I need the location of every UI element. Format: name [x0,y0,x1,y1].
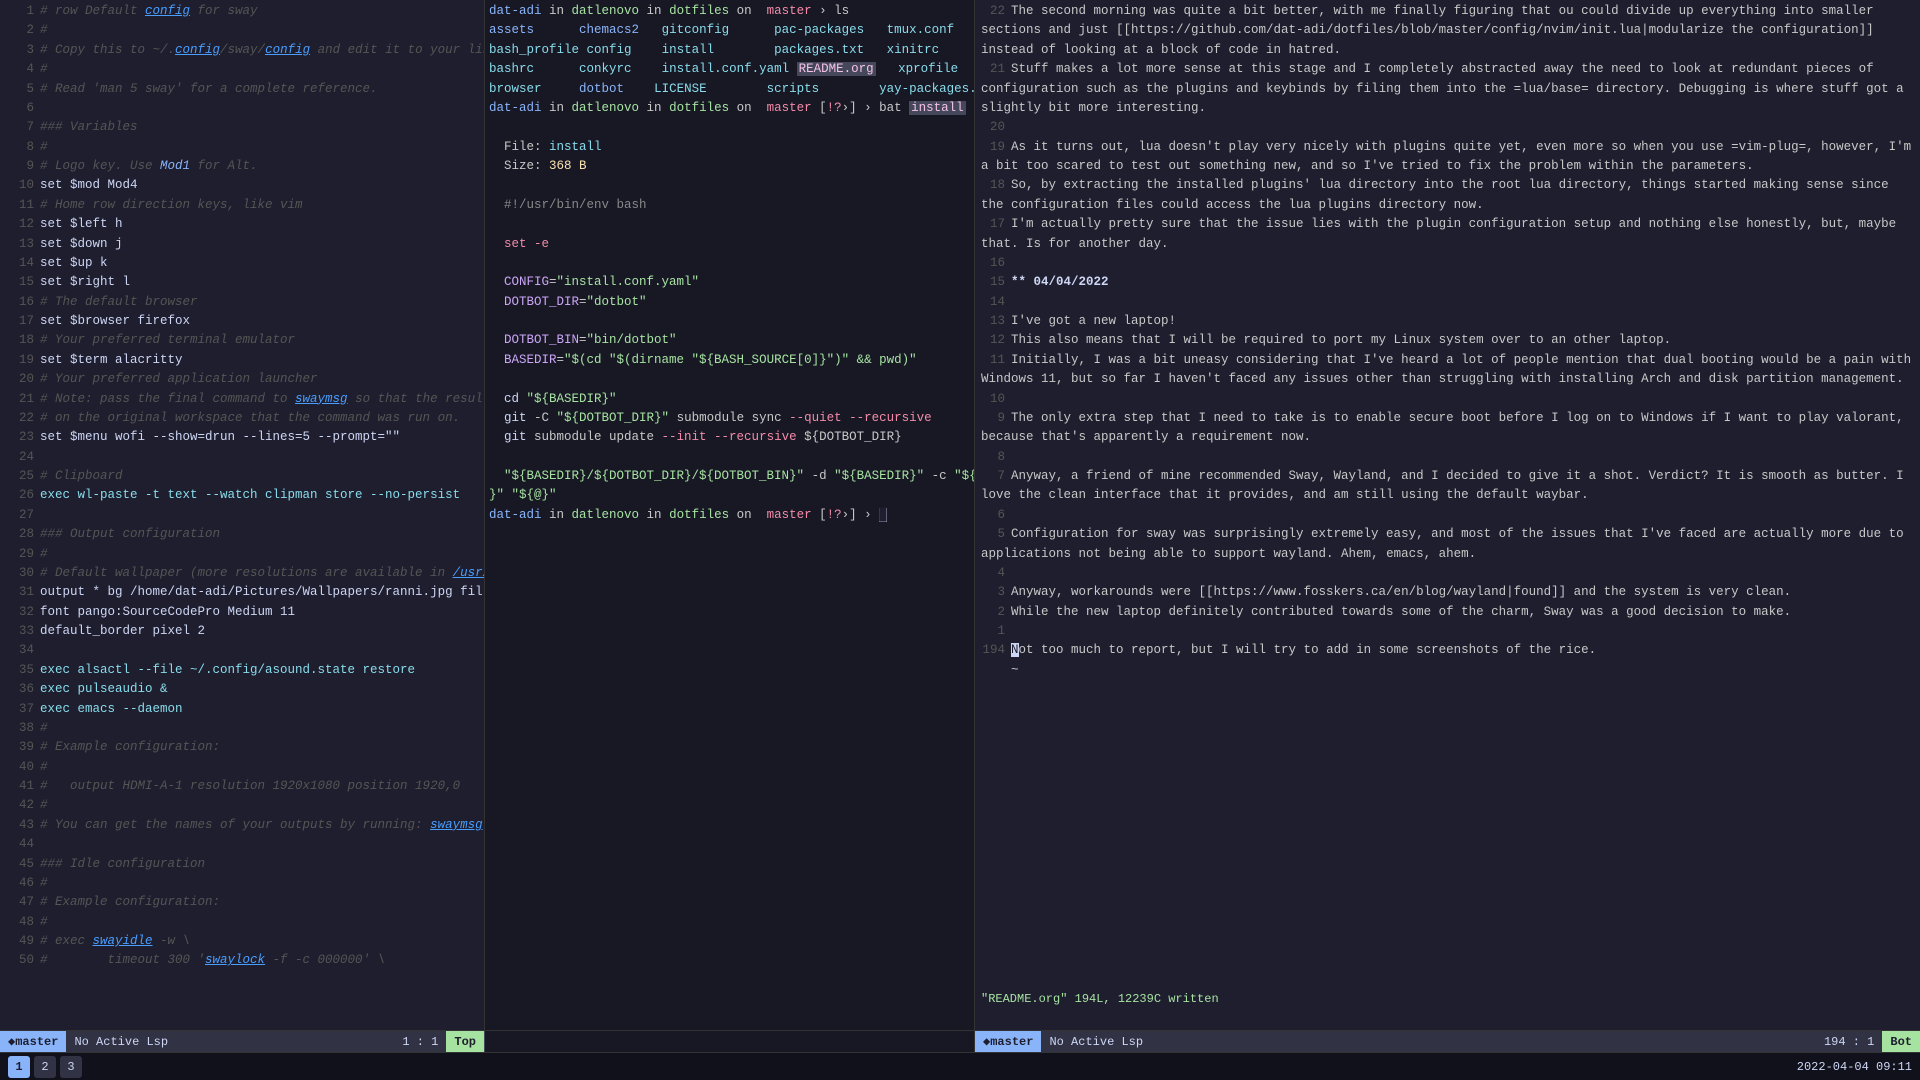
status-bar: ◆ master No Active Lsp 1 : 1 Top ◆ maste… [0,1030,1920,1052]
left-lsp-status: No Active Lsp [66,1035,176,1049]
workspace-2[interactable]: 2 [34,1056,56,1078]
left-pane-content: 1# row Default config for sway 2# 3# Cop… [6,2,478,971]
right-cursor-pos: 194 : 1 [1816,1035,1882,1049]
workspace-3[interactable]: 3 [60,1056,82,1078]
left-branch-name: master [15,1035,58,1049]
right-status-right: 194 : 1 Bot [1816,1031,1920,1053]
right-lsp-status: No Active Lsp [1041,1035,1151,1049]
left-scroll-pos: Top [446,1031,484,1053]
workspace-1[interactable]: 1 [8,1056,30,1078]
right-branch-icon: ◆ [983,1034,990,1049]
right-branch-indicator: ◆ master [975,1031,1041,1053]
middle-status-bar [485,1031,975,1053]
middle-pane: dat-adi in datlenovo in dotfiles on mast… [485,0,975,1030]
system-clock: 2022-04-04 09:11 [1797,1060,1912,1074]
left-status-right: 1 : 1 Top [394,1031,484,1053]
right-pane: 22The second morning was quite a bit bet… [975,0,1920,1030]
middle-pane-content: dat-adi in datlenovo in dotfiles on mast… [489,2,970,525]
workspace-switcher[interactable]: 1 2 3 [8,1056,82,1078]
right-branch-name: master [990,1035,1033,1049]
right-status-bar: ◆ master No Active Lsp 194 : 1 Bot [975,1031,1920,1053]
taskbar: 1 2 3 2022-04-04 09:11 [0,1052,1920,1080]
right-scroll-pos: Bot [1882,1031,1920,1053]
left-status-bar: ◆ master No Active Lsp 1 : 1 Top [0,1031,485,1053]
left-pane: 1# row Default config for sway 2# 3# Cop… [0,0,485,1030]
main-area: 1# row Default config for sway 2# 3# Cop… [0,0,1920,1030]
left-branch-icon: ◆ [8,1034,15,1049]
right-pane-content: 22The second morning was quite a bit bet… [981,2,1914,680]
left-cursor-pos: 1 : 1 [394,1035,446,1049]
write-confirmation: "README.org" 194L, 12239C written [981,992,1920,1006]
left-branch-indicator: ◆ master [0,1031,66,1053]
